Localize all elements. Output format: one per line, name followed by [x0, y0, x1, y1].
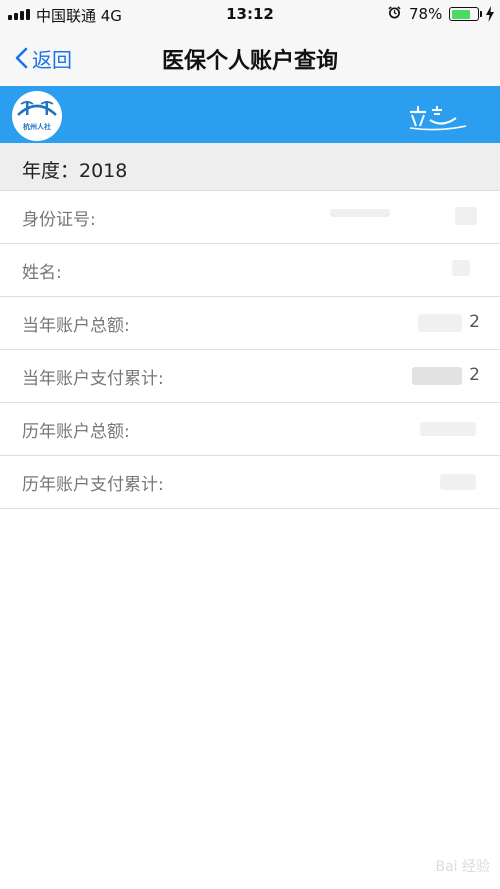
- past-years-total-label: 历年账户总额:: [22, 422, 130, 442]
- alarm-icon: [388, 6, 401, 19]
- redacted-value: [418, 314, 462, 332]
- name-label: 姓名:: [22, 263, 62, 283]
- charging-bolt-icon: [486, 6, 494, 22]
- redacted-value: [440, 474, 476, 490]
- battery-cap: [480, 11, 482, 17]
- header-banner: 杭州人社: [0, 86, 500, 143]
- status-bar: 中国联通 4G 13:12 78%: [0, 0, 500, 30]
- year-row: 年度：2018: [0, 143, 500, 191]
- battery-level-fill: [451, 9, 471, 19]
- list-item: 姓名:: [0, 244, 500, 297]
- redacted-value: [412, 367, 462, 385]
- watermark: Bai 经验: [435, 859, 490, 875]
- year-label: 年度：2018: [22, 160, 128, 182]
- pavilion-decoration-icon: [409, 106, 467, 131]
- redacted-value: [420, 422, 476, 436]
- list-item: 历年账户支付累计:: [0, 456, 500, 509]
- redacted-value: [330, 209, 390, 217]
- list-item: 身份证号:: [0, 191, 500, 244]
- id-number-label: 身份证号:: [22, 210, 96, 230]
- list-item: 当年账户总额: 2: [0, 297, 500, 350]
- past-years-paid-label: 历年账户支付累计:: [22, 475, 164, 495]
- account-info-list: 身份证号: 姓名: 当年账户总额: 2 当年账户支付累计: 2 历年账户总额: …: [0, 191, 500, 509]
- page-title: 医保个人账户查询: [161, 49, 338, 74]
- list-item: 当年账户支付累计: 2: [0, 350, 500, 403]
- battery-icon: [449, 7, 479, 21]
- current-year-paid-label: 当年账户支付累计:: [22, 369, 164, 389]
- list-item: 历年账户总额:: [0, 403, 500, 456]
- redacted-value: [455, 207, 477, 225]
- current-year-total-label: 当年账户总额:: [22, 316, 130, 336]
- current-year-paid-value: 2: [469, 365, 480, 385]
- current-year-total-value: 2: [469, 312, 480, 332]
- bridge-logo-icon: [17, 101, 57, 116]
- logo-label: 杭州人社: [23, 123, 51, 131]
- navigation-bar: 返回 医保个人账户查询: [0, 30, 500, 86]
- hangzhou-hrss-logo: 杭州人社: [12, 91, 62, 141]
- battery-percentage: 78%: [409, 5, 443, 23]
- redacted-value: [452, 260, 470, 276]
